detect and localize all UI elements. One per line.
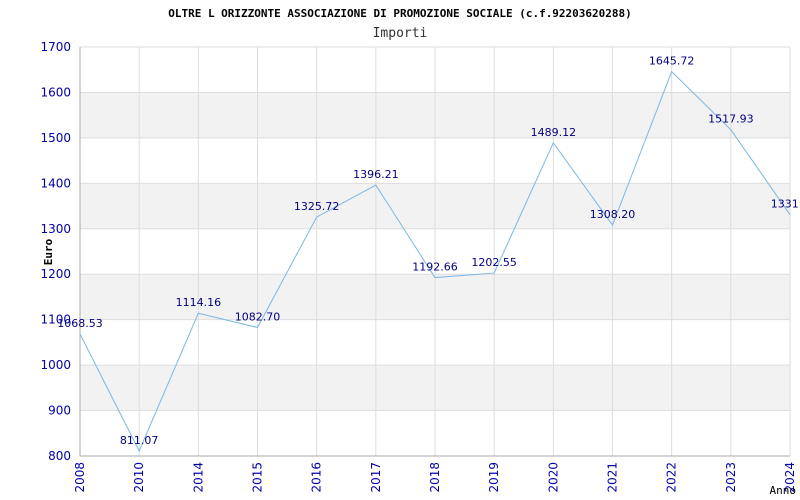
chart-subtitle: Importi <box>373 26 428 41</box>
y-tick-label: 1500 <box>40 131 71 145</box>
x-tick-label: 2010 <box>132 462 146 493</box>
x-tick-label: 2017 <box>369 462 383 493</box>
y-tick-label: 900 <box>48 404 71 418</box>
y-tick-label: 1200 <box>40 267 71 281</box>
y-tick-label: 1000 <box>40 358 71 372</box>
x-tick-label: 2020 <box>546 462 560 493</box>
x-tick-labels: 2008 2010 2014 2015 2016 2017 2018 2019 2020 2021… <box>73 462 797 493</box>
data-label: 1202.55 <box>471 256 517 269</box>
x-tick-label: 2019 <box>487 462 501 493</box>
data-point <box>493 272 495 274</box>
chart-title: OLTRE L ORIZZONTE ASSOCIAZIONE DI PROMOZ… <box>168 7 632 20</box>
x-tick-label: 2022 <box>665 462 679 493</box>
x-tick-label: 2023 <box>724 462 738 493</box>
data-label: 1489.12 <box>531 126 577 139</box>
data-point <box>434 277 436 279</box>
data-point <box>730 129 732 131</box>
y-axis-label: Euro <box>42 238 55 265</box>
data-label: 811.07 <box>120 434 159 447</box>
line-chart: 80090010001100120013001400150016001700 2… <box>40 7 800 497</box>
data-point <box>316 216 318 218</box>
data-point <box>257 327 258 329</box>
data-label: 1068.53 <box>57 317 103 330</box>
y-tick-label: 1400 <box>40 176 71 190</box>
data-point <box>375 184 377 186</box>
x-tick-label: 2015 <box>251 462 265 493</box>
data-point <box>789 214 791 216</box>
x-tick-label: 2021 <box>606 462 620 493</box>
data-label: 1325.72 <box>294 200 340 213</box>
data-label: 1114.16 <box>176 296 222 309</box>
y-tick-label: 1700 <box>40 40 71 54</box>
x-tick-label: 2018 <box>428 462 442 493</box>
data-label: 1517.93 <box>708 113 754 126</box>
y-tick-label: 800 <box>48 449 71 463</box>
x-tick-label: 2014 <box>191 462 205 493</box>
data-point <box>671 71 673 73</box>
data-point <box>197 312 199 314</box>
y-tick-label: 1300 <box>40 222 71 236</box>
y-tick-label: 1600 <box>40 85 71 99</box>
data-point <box>612 224 613 226</box>
data-label: 1645.72 <box>649 55 695 68</box>
data-point <box>552 142 554 144</box>
x-axis-label: Anno <box>770 484 797 497</box>
x-tick-label: 2016 <box>310 462 324 493</box>
data-point <box>79 333 81 335</box>
x-tick-label: 2008 <box>73 462 87 493</box>
data-label: 1082.70 <box>235 311 281 324</box>
data-label: 1396.21 <box>353 168 399 181</box>
data-label: 1192.66 <box>412 261 458 274</box>
data-label: 1308.20 <box>590 208 636 221</box>
data-label: 1331.0 <box>771 198 800 211</box>
data-point <box>138 450 140 452</box>
